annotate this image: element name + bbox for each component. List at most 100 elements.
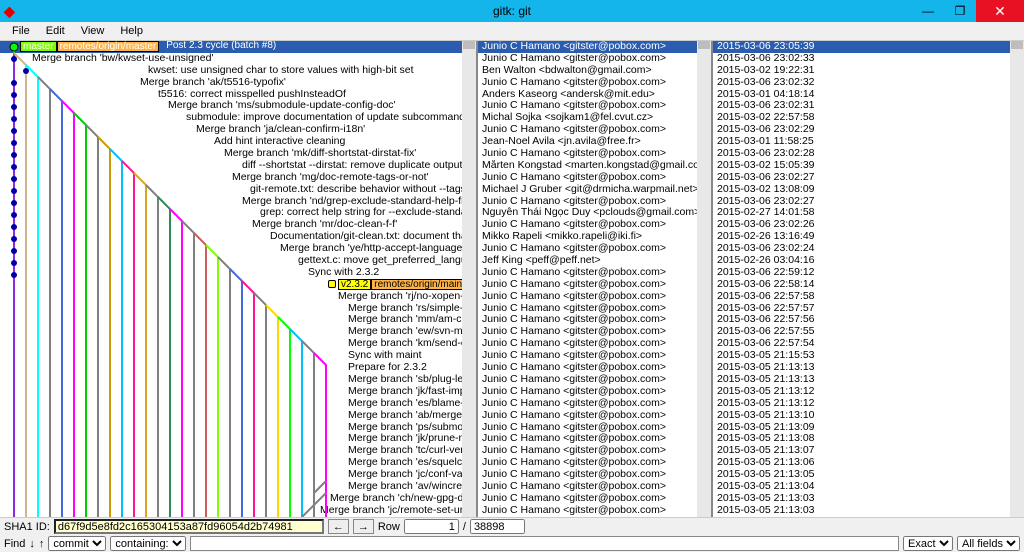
author-cell[interactable]: Junio C Hamano <gitster@pobox.com> — [478, 505, 711, 517]
author-cell[interactable]: Junio C Hamano <gitster@pobox.com> — [478, 433, 711, 445]
find-match-select[interactable]: containing: — [110, 536, 186, 551]
author-cell[interactable]: Junio C Hamano <gitster@pobox.com> — [478, 374, 711, 386]
author-cell[interactable]: Junio C Hamano <gitster@pobox.com> — [478, 493, 711, 505]
author-cell[interactable]: Junio C Hamano <gitster@pobox.com> — [478, 362, 711, 374]
date-cell[interactable]: 2015-02-26 03:04:16 — [713, 255, 1024, 267]
date-cell[interactable]: 2015-03-02 22:57:58 — [713, 112, 1024, 124]
author-cell[interactable]: Junio C Hamano <gitster@pobox.com> — [478, 338, 711, 350]
date-cell[interactable]: 2015-03-06 23:02:27 — [713, 196, 1024, 208]
author-cell[interactable]: Junio C Hamano <gitster@pobox.com> — [478, 398, 711, 410]
find-fields-select[interactable]: All fields — [957, 536, 1020, 551]
ref-origin-master[interactable]: remotes/origin/master — [57, 41, 160, 52]
date-cell[interactable]: 2015-03-05 21:13:03 — [713, 493, 1024, 505]
date-cell[interactable]: 2015-03-06 22:57:58 — [713, 291, 1024, 303]
graph-scrollbar[interactable] — [462, 41, 476, 517]
date-cell[interactable]: 2015-03-05 21:13:03 — [713, 505, 1024, 517]
commit-row[interactable]: Merge branch 'mk/diff-shortstat-dirstat-… — [0, 148, 476, 160]
commit-row[interactable]: Merge branch 'ew/svn-maint-fixes' — [0, 326, 476, 338]
commit-row[interactable]: gettext.c: move get_preferred_languages(… — [0, 255, 476, 267]
commit-row[interactable]: Merge branch 'jc/remote-set-url-doc' int — [0, 505, 476, 517]
maximize-button[interactable]: ❐ — [944, 0, 976, 22]
author-cell[interactable]: Junio C Hamano <gitster@pobox.com> — [478, 172, 711, 184]
author-cell[interactable]: Junio C Hamano <gitster@pobox.com> — [478, 314, 711, 326]
date-cell[interactable]: 2015-02-26 13:16:49 — [713, 231, 1024, 243]
find-prev-button[interactable]: ↑ — [39, 538, 45, 550]
author-cell[interactable]: Junio C Hamano <gitster@pobox.com> — [478, 267, 711, 279]
commit-row[interactable]: Merge branch 'tc/curl-vernum-o — [0, 445, 476, 457]
commit-row[interactable]: Merge branch 'nd/grep-exclude-standard-h… — [0, 196, 476, 208]
ref-origin-maint[interactable]: remotes/origin/maint — [371, 279, 468, 290]
date-cell[interactable]: 2015-02-27 14:01:58 — [713, 207, 1024, 219]
author-cell[interactable]: Junio C Hamano <gitster@pobox.com> — [478, 410, 711, 422]
date-cell[interactable]: 2015-03-06 23:02:29 — [713, 124, 1024, 136]
commit-row[interactable]: Merge branch 'es/squelch-ope — [0, 457, 476, 469]
author-cell[interactable]: Junio C Hamano <gitster@pobox.com> — [478, 422, 711, 434]
date-cell[interactable]: 2015-03-05 21:13:13 — [713, 374, 1024, 386]
date-cell[interactable]: 2015-03-06 23:02:26 — [713, 219, 1024, 231]
commit-row[interactable]: diff --shortstat --dirstat: remove dupli… — [0, 160, 476, 172]
commit-row[interactable]: Merge branch 'ms/submodule-update-config… — [0, 100, 476, 112]
date-cell[interactable]: 2015-03-06 22:58:14 — [713, 279, 1024, 291]
date-cell[interactable]: 2015-03-06 23:05:39 — [713, 41, 1024, 53]
commit-row[interactable]: masterremotes/origin/master Post 2.3 cyc… — [0, 41, 476, 53]
author-cell[interactable]: Junio C Hamano <gitster@pobox.com> — [478, 291, 711, 303]
commit-row[interactable]: Documentation/git-clean.txt: document th… — [0, 231, 476, 243]
author-cell[interactable]: Junio C Hamano <gitster@pobox.com> — [478, 457, 711, 469]
date-cell[interactable]: 2015-03-06 23:02:24 — [713, 243, 1024, 255]
date-cell[interactable]: 2015-03-06 22:59:12 — [713, 267, 1024, 279]
commit-row[interactable]: grep: correct help string for --exclude-… — [0, 207, 476, 219]
author-scrollbar[interactable] — [697, 41, 711, 517]
date-cell[interactable]: 2015-03-02 13:08:09 — [713, 184, 1024, 196]
date-cell[interactable]: 2015-03-05 21:13:06 — [713, 457, 1024, 469]
commit-row[interactable]: kwset: use unsigned char to store values… — [0, 65, 476, 77]
next-button[interactable]: → — [353, 519, 374, 534]
date-cell[interactable]: 2015-03-05 21:15:53 — [713, 350, 1024, 362]
author-cell[interactable]: Anders Kaseorg <andersk@mit.edu> — [478, 89, 711, 101]
author-cell[interactable]: Junio C Hamano <gitster@pobox.com> — [478, 148, 711, 160]
author-cell[interactable]: Jeff King <peff@peff.net> — [478, 255, 711, 267]
commit-row[interactable]: Sync with maint — [0, 350, 476, 362]
author-cell[interactable]: Junio C Hamano <gitster@pobox.com> — [478, 77, 711, 89]
commit-row[interactable]: Prepare for 2.3.2 — [0, 362, 476, 374]
author-cell[interactable]: Jean-Noel Avila <jn.avila@free.fr> — [478, 136, 711, 148]
commit-row[interactable]: Merge branch 'jc/conf-var-doc' i — [0, 469, 476, 481]
date-cell[interactable]: 2015-03-01 11:58:25 — [713, 136, 1024, 148]
date-cell[interactable]: 2015-03-05 21:13:08 — [713, 433, 1024, 445]
find-next-button[interactable]: ↓ — [29, 538, 35, 550]
commit-row[interactable]: Merge branch 'bw/kwset-use-unsigned' — [0, 53, 476, 65]
commit-row[interactable]: Merge branch 'rs/simple-cleanup... — [0, 303, 476, 315]
commit-row[interactable]: Merge branch 'jk/prune-mtime' — [0, 433, 476, 445]
author-cell[interactable]: Junio C Hamano <gitster@pobox.com> — [478, 445, 711, 457]
author-cell[interactable]: Junio C Hamano <gitster@pobox.com> — [478, 196, 711, 208]
author-cell[interactable]: Junio C Hamano <gitster@pobox.com> — [478, 469, 711, 481]
author-cell[interactable]: Junio C Hamano <gitster@pobox.com> — [478, 100, 711, 112]
find-exact-select[interactable]: Exact — [903, 536, 953, 551]
commit-row[interactable]: Merge branch 'ja/clean-confirm-i18n' — [0, 124, 476, 136]
commit-row[interactable]: Merge branch 'mm/am-c-doc' into — [0, 314, 476, 326]
author-cell[interactable]: Junio C Hamano <gitster@pobox.com> — [478, 481, 711, 493]
date-cell[interactable]: 2015-03-05 21:13:13 — [713, 362, 1024, 374]
ref-master[interactable]: master — [20, 41, 57, 52]
commit-row[interactable]: t5516: correct misspelled pushInsteadOf — [0, 89, 476, 101]
ref-v232[interactable]: v2.3.2 — [338, 279, 371, 290]
commit-row[interactable]: Add hint interactive cleaning — [0, 136, 476, 148]
author-cell[interactable]: Nguyễn Thái Ngọc Duy <pclouds@gmail.com> — [478, 207, 711, 219]
commit-row[interactable]: Merge branch 'ch/new-gpg-drops-rfc- — [0, 493, 476, 505]
commit-row[interactable]: git-remote.txt: describe behavior withou… — [0, 184, 476, 196]
commit-row[interactable]: v2.3.2remotes/origin/maint Git 2 — [0, 279, 476, 291]
date-cell[interactable]: 2015-03-05 21:13:04 — [713, 481, 1024, 493]
menu-file[interactable]: File — [4, 25, 38, 37]
date-cell[interactable]: 2015-03-05 21:13:05 — [713, 469, 1024, 481]
date-cell[interactable]: 2015-03-05 21:13:09 — [713, 422, 1024, 434]
author-cell[interactable]: Junio C Hamano <gitster@pobox.com> — [478, 386, 711, 398]
row-current-input[interactable] — [404, 519, 459, 534]
date-cell[interactable]: 2015-03-05 21:13:12 — [713, 386, 1024, 398]
graph-pane[interactable]: masterremotes/origin/master Post 2.3 cyc… — [0, 41, 478, 517]
date-cell[interactable]: 2015-03-06 23:02:28 — [713, 148, 1024, 160]
date-cell[interactable]: 2015-03-06 23:02:32 — [713, 77, 1024, 89]
menu-view[interactable]: View — [73, 25, 113, 37]
date-cell[interactable]: 2015-03-02 19:22:31 — [713, 65, 1024, 77]
menu-edit[interactable]: Edit — [38, 25, 73, 37]
menu-help[interactable]: Help — [112, 25, 151, 37]
find-input[interactable] — [190, 536, 899, 551]
